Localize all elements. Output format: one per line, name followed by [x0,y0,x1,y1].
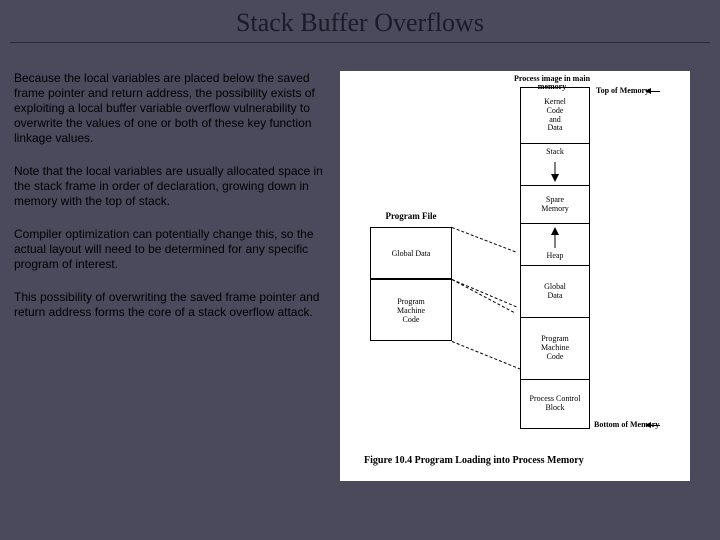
paragraph-2: Note that the local variables are usuall… [14,164,324,209]
mem-spare-label: Spare Memory [521,186,589,223]
title-rule [10,42,710,43]
paragraph-4: This possibility of overwriting the save… [14,290,324,320]
mem-stack: Stack [521,144,589,186]
pf-machine-code-label: Program Machine Code [397,297,425,324]
map-line-3 [452,279,514,313]
program-file-label: Program File [370,211,452,221]
pf-machine-code: Program Machine Code [370,279,452,341]
mem-kernel-label: Kernel Code and Data [521,88,589,143]
mem-pcb-label: Process Control Block [521,380,589,428]
paragraph-3: Compiler optimization can potentially ch… [14,227,324,272]
figure-caption: Figure 10.4 Program Loading into Process… [348,449,682,466]
map-line-1 [452,227,516,252]
mem-pcb: Process Control Block [521,380,589,428]
slide-title: Stack Buffer Overflows [0,0,720,42]
mem-machine-code: Program Machine Code [521,318,589,380]
label-bottom-memory: Bottom of Memory [594,421,680,429]
paragraph-1: Because the local variables are placed b… [14,71,324,146]
mem-kernel: Kernel Code and Data [521,88,589,144]
program-file-column: Global Data Program Machine Code [370,227,452,341]
mem-spare: Spare Memory [521,186,589,224]
pf-global-data: Global Data [370,227,452,279]
figure: Process image in main memory Top of Memo… [340,71,690,481]
memory-column: Kernel Code and Data Stack Spare Memory … [520,87,590,429]
mem-heap: Heap [521,224,589,266]
content-row: Because the local variables are placed b… [0,71,720,481]
label-top-memory: Top of Memory [596,87,666,95]
mem-global-data: Global Data [521,266,589,318]
body-text: Because the local variables are placed b… [14,71,324,481]
mem-gd-label: Global Data [521,266,589,317]
memory-outer-box: Kernel Code and Data Stack Spare Memory … [520,87,590,429]
pf-global-data-label: Global Data [392,249,431,258]
mem-mc-label: Program Machine Code [521,318,589,379]
map-line-4 [452,341,521,370]
figure-canvas: Process image in main memory Top of Memo… [348,79,682,449]
stack-grow-down-icon [551,174,559,182]
